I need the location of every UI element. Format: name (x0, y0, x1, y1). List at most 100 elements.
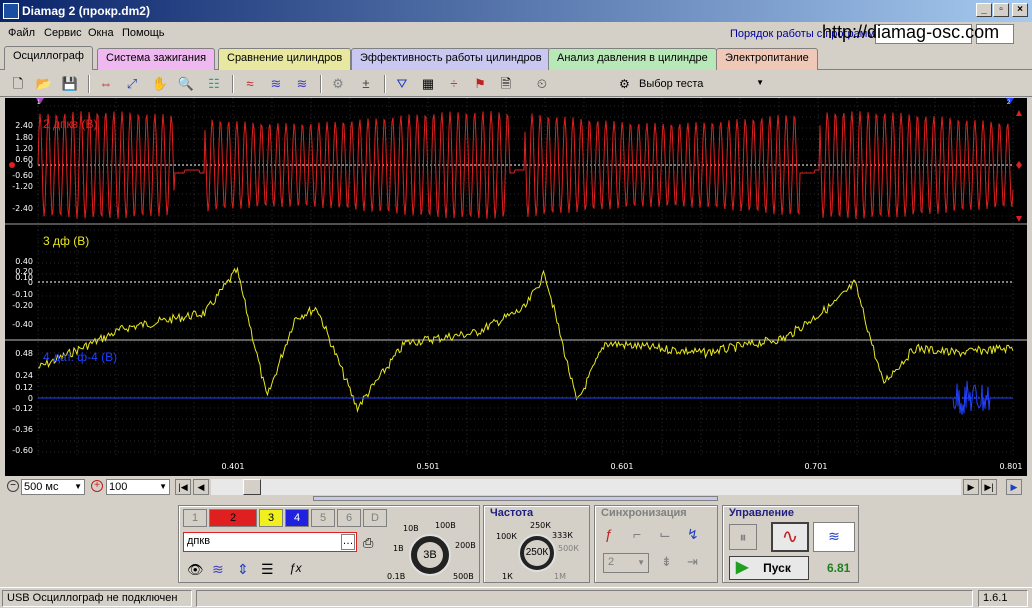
waveform-icon[interactable]: ≋ (212, 561, 224, 578)
channel-2-button[interactable]: 2 (209, 509, 257, 527)
channel-5-button[interactable]: 5 (311, 509, 335, 527)
zero-icon[interactable]: ± (356, 74, 376, 94)
auto-gauge-icon[interactable]: ⏲ (532, 74, 552, 94)
split-icon[interactable]: ÷ (444, 74, 464, 94)
ch3-label: 3 дф (В) (43, 234, 89, 248)
sync-auto-icon[interactable]: ↯ (687, 526, 699, 543)
channel-group: 1 2 3 4 5 6 D дпкв … ⎙ 👁 ≋ ⇕ ☰ ƒx 10В 10… (178, 505, 480, 583)
spectrum-icon[interactable]: ☷ (204, 74, 224, 94)
cursor-icon[interactable]: ⇔ (96, 74, 116, 94)
x-tick: 0.501 (417, 462, 440, 471)
flag-icon[interactable]: ⚑ (470, 74, 490, 94)
toolbar-separator (384, 75, 386, 93)
channel-d-button[interactable]: D (363, 509, 387, 527)
scroll-right-button[interactable]: ▶ (963, 479, 979, 495)
document-icon[interactable]: 🗎 (496, 74, 516, 94)
close-button[interactable]: × (1012, 3, 1028, 17)
channel-name-browse-button[interactable]: … (341, 534, 355, 550)
scroll-thumb[interactable] (243, 479, 261, 495)
sync-title: Синхронизация (601, 507, 687, 519)
menu-service[interactable]: Сервис (44, 27, 82, 39)
tab-power[interactable]: Электропитание (716, 48, 818, 70)
zoom-out-icon[interactable]: − (7, 480, 19, 492)
ch2-offset-marker (9, 162, 15, 168)
chevron-down-icon: ▼ (637, 558, 645, 567)
ch2-tick: 0 (28, 161, 33, 170)
function-icon[interactable]: ƒx (289, 561, 302, 575)
gear-icon: ⚙ (619, 77, 630, 91)
site-url[interactable]: http://diamag-osc.com (822, 22, 999, 43)
wave-filter-icon[interactable]: ≋ (292, 74, 312, 94)
voltage-knob[interactable]: 3В (409, 534, 451, 576)
play-button[interactable]: ▶ (1006, 479, 1022, 495)
toolbar: 🗋 📂 💾 ⇔ ⤢ ✋ 🔍 ☷ ≈ ≋ ≋ ⚙ ± ⛛ ▦ ÷ ⚑ 🗎 ⏲ ⚙ … (0, 71, 1032, 97)
tab-cylinder-efficiency[interactable]: Эффективность работы цилиндров (351, 48, 551, 70)
minimize-button[interactable]: _ (976, 3, 992, 17)
ch3-tick: 0 (28, 278, 33, 287)
scroll-left-button[interactable]: ◀ (193, 479, 209, 495)
filter-lines-icon[interactable]: ☰ (261, 561, 274, 578)
tab-cylinder-compare[interactable]: Сравнение цилиндров (218, 48, 352, 70)
freq-333k: 333К (552, 531, 573, 540)
wave-compare-icon[interactable]: ≈ (240, 74, 260, 94)
sync-icon[interactable]: ⤢ (122, 74, 142, 94)
pause-button[interactable]: ⏸ (729, 524, 757, 550)
version: 1.6.1 (978, 590, 1028, 607)
grid-icon[interactable]: ▦ (418, 74, 438, 94)
menu-file[interactable]: Файл (8, 27, 35, 39)
tab-ignition[interactable]: Система зажигания (97, 48, 216, 70)
zoom-select[interactable]: 100 ▼ (106, 479, 170, 495)
sync-front-icon[interactable]: ⌐ (633, 526, 641, 542)
frequency-title: Частота (490, 507, 534, 519)
channel-6-button[interactable]: 6 (337, 509, 361, 527)
filter-icon[interactable]: ⛛ (392, 74, 412, 94)
tab-oscillograph[interactable]: Осциллограф (4, 46, 93, 70)
sync-channel-select[interactable]: 2 ▼ (603, 553, 649, 573)
start-button[interactable]: ▶ Пуск (729, 556, 809, 580)
sync-offset-icon[interactable]: ⇥ (687, 554, 698, 570)
chevron-down-icon: ▼ (756, 78, 764, 87)
ch2-tick: 1.20 (15, 144, 33, 153)
eye-icon[interactable]: 👁 (187, 562, 204, 578)
invert-icon[interactable]: ⇕ (237, 561, 249, 578)
ch4-tick: -0.12 (12, 404, 33, 413)
oscillogram-svg[interactable]: 2.401.801.200.600-0.60-1.20-2.400.400.20… (5, 98, 1027, 476)
test-select[interactable]: ⚙ Выбор теста ▼ (615, 74, 770, 95)
channel-4-button[interactable]: 4 (285, 509, 309, 527)
ch4-tick: 0.12 (15, 383, 33, 392)
single-shot-button[interactable]: ∿ (771, 522, 809, 552)
first-page-button[interactable]: |◀ (175, 479, 191, 495)
menu-windows[interactable]: Окна (88, 27, 114, 39)
timebase-select[interactable]: 500 мс ▼ (21, 479, 85, 495)
continuous-button[interactable]: ≋ (813, 522, 855, 552)
sync-level-icon[interactable]: ⇟ (661, 554, 672, 570)
save-icon[interactable]: 💾 (60, 74, 80, 94)
open-icon[interactable]: 📂 (34, 74, 54, 94)
scroll-track[interactable] (211, 479, 961, 495)
ch3-tick: -0.40 (12, 320, 33, 329)
zoom-in-icon[interactable]: + (91, 480, 103, 492)
auto-icon[interactable]: ⚙ (328, 74, 348, 94)
maximize-button[interactable]: ▫ (993, 3, 1009, 17)
hand-icon[interactable]: ✋ (150, 74, 170, 94)
probe-icon[interactable]: ⎙ (363, 535, 373, 551)
sync-rise-icon[interactable]: ƒ (605, 526, 613, 542)
toolbar-separator (88, 75, 90, 93)
sync-channel-value: 2 (608, 556, 615, 568)
channel-1-button[interactable]: 1 (183, 509, 207, 527)
ch2-tick: 2.40 (15, 121, 33, 130)
scale-10v: 10В (403, 524, 419, 533)
sync-fall-icon[interactable]: ⌙ (659, 526, 671, 543)
zoom-icon[interactable]: 🔍 (176, 74, 196, 94)
last-page-button[interactable]: ▶| (981, 479, 997, 495)
channel-3-button[interactable]: 3 (259, 509, 283, 527)
oscillogram-plot[interactable]: 2.40 1.80 1.20 0.60 0 -0.60 -1.20 -2.40 0.40 0.20… (5, 98, 1027, 476)
wave-stack-icon[interactable]: ≋ (266, 74, 286, 94)
new-icon[interactable]: 🗋 (8, 74, 28, 94)
plot-grid (5, 98, 1027, 458)
tab-cylinder-pressure[interactable]: Анализ давления в цилиндре (548, 48, 717, 70)
channel-name-field[interactable]: дпкв (183, 532, 357, 552)
menu-help[interactable]: Помощь (122, 27, 165, 39)
frequency-knob[interactable]: 250К (518, 534, 556, 572)
control-panel: 1 2 3 4 5 6 D дпкв … ⎙ 👁 ≋ ⇕ ☰ ƒx 10В 10… (0, 498, 1032, 586)
